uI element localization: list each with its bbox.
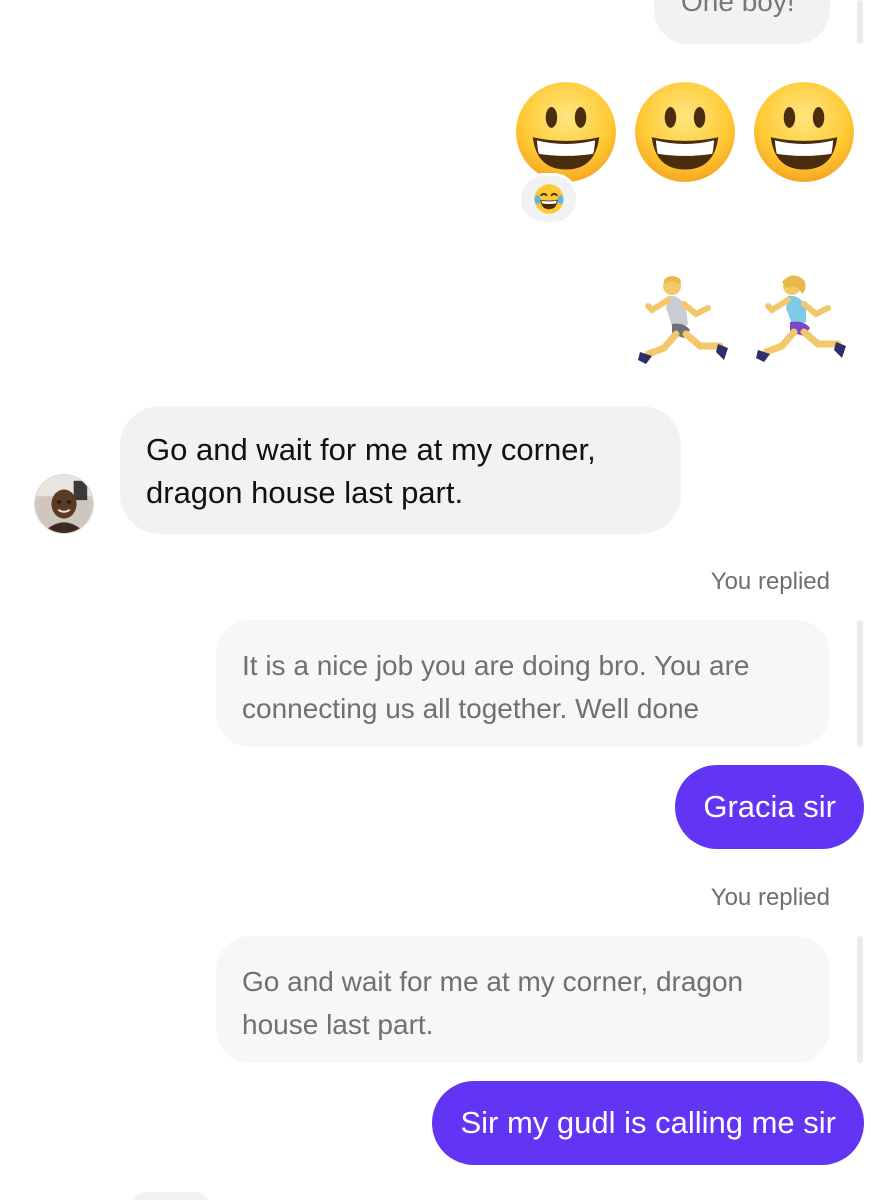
grinning-face-emoji[interactable] [514, 80, 618, 184]
scroll-indicator [857, 0, 863, 44]
message-text: Sir my gudl is calling me sir [460, 1105, 836, 1140]
replied-label: You replied [710, 568, 830, 595]
outgoing-message-bubble[interactable]: Gracia sir [675, 765, 864, 849]
quoted-message[interactable]: It is a nice job you are doing bro. You … [216, 620, 830, 747]
quoted-message[interactable]: Go and wait for me at my corner, dragon … [216, 936, 830, 1063]
message-bubble-partial[interactable] [132, 1192, 210, 1200]
reply-quote-bar [857, 620, 863, 747]
chat-screen: One boy! Go and wait for me at my corner… [0, 0, 882, 1200]
sender-avatar[interactable] [34, 474, 94, 534]
message-bubble-top[interactable]: One boy! [654, 0, 830, 44]
message-text: Gracia sir [703, 789, 836, 824]
quoted-text: Go and wait for me at my corner, dragon … [242, 966, 744, 1040]
quoted-text: It is a nice job you are doing bro. You … [242, 650, 750, 724]
message-text: One boy! [681, 0, 795, 17]
replied-label: You replied [710, 884, 830, 911]
reaction-badge[interactable] [518, 173, 579, 225]
man-running-emoji[interactable] [634, 268, 734, 372]
reply-quote-bar [857, 936, 863, 1063]
face-with-tears-of-joy-icon [533, 184, 564, 214]
grinning-face-emoji[interactable] [633, 80, 737, 184]
incoming-message-bubble[interactable]: Go and wait for me at my corner, dragon … [120, 406, 681, 534]
woman-running-emoji[interactable] [752, 268, 852, 372]
message-text: Go and wait for me at my corner, dragon … [146, 432, 596, 510]
grinning-face-emoji[interactable] [752, 80, 856, 184]
outgoing-message-bubble[interactable]: Sir my gudl is calling me sir [432, 1081, 864, 1165]
